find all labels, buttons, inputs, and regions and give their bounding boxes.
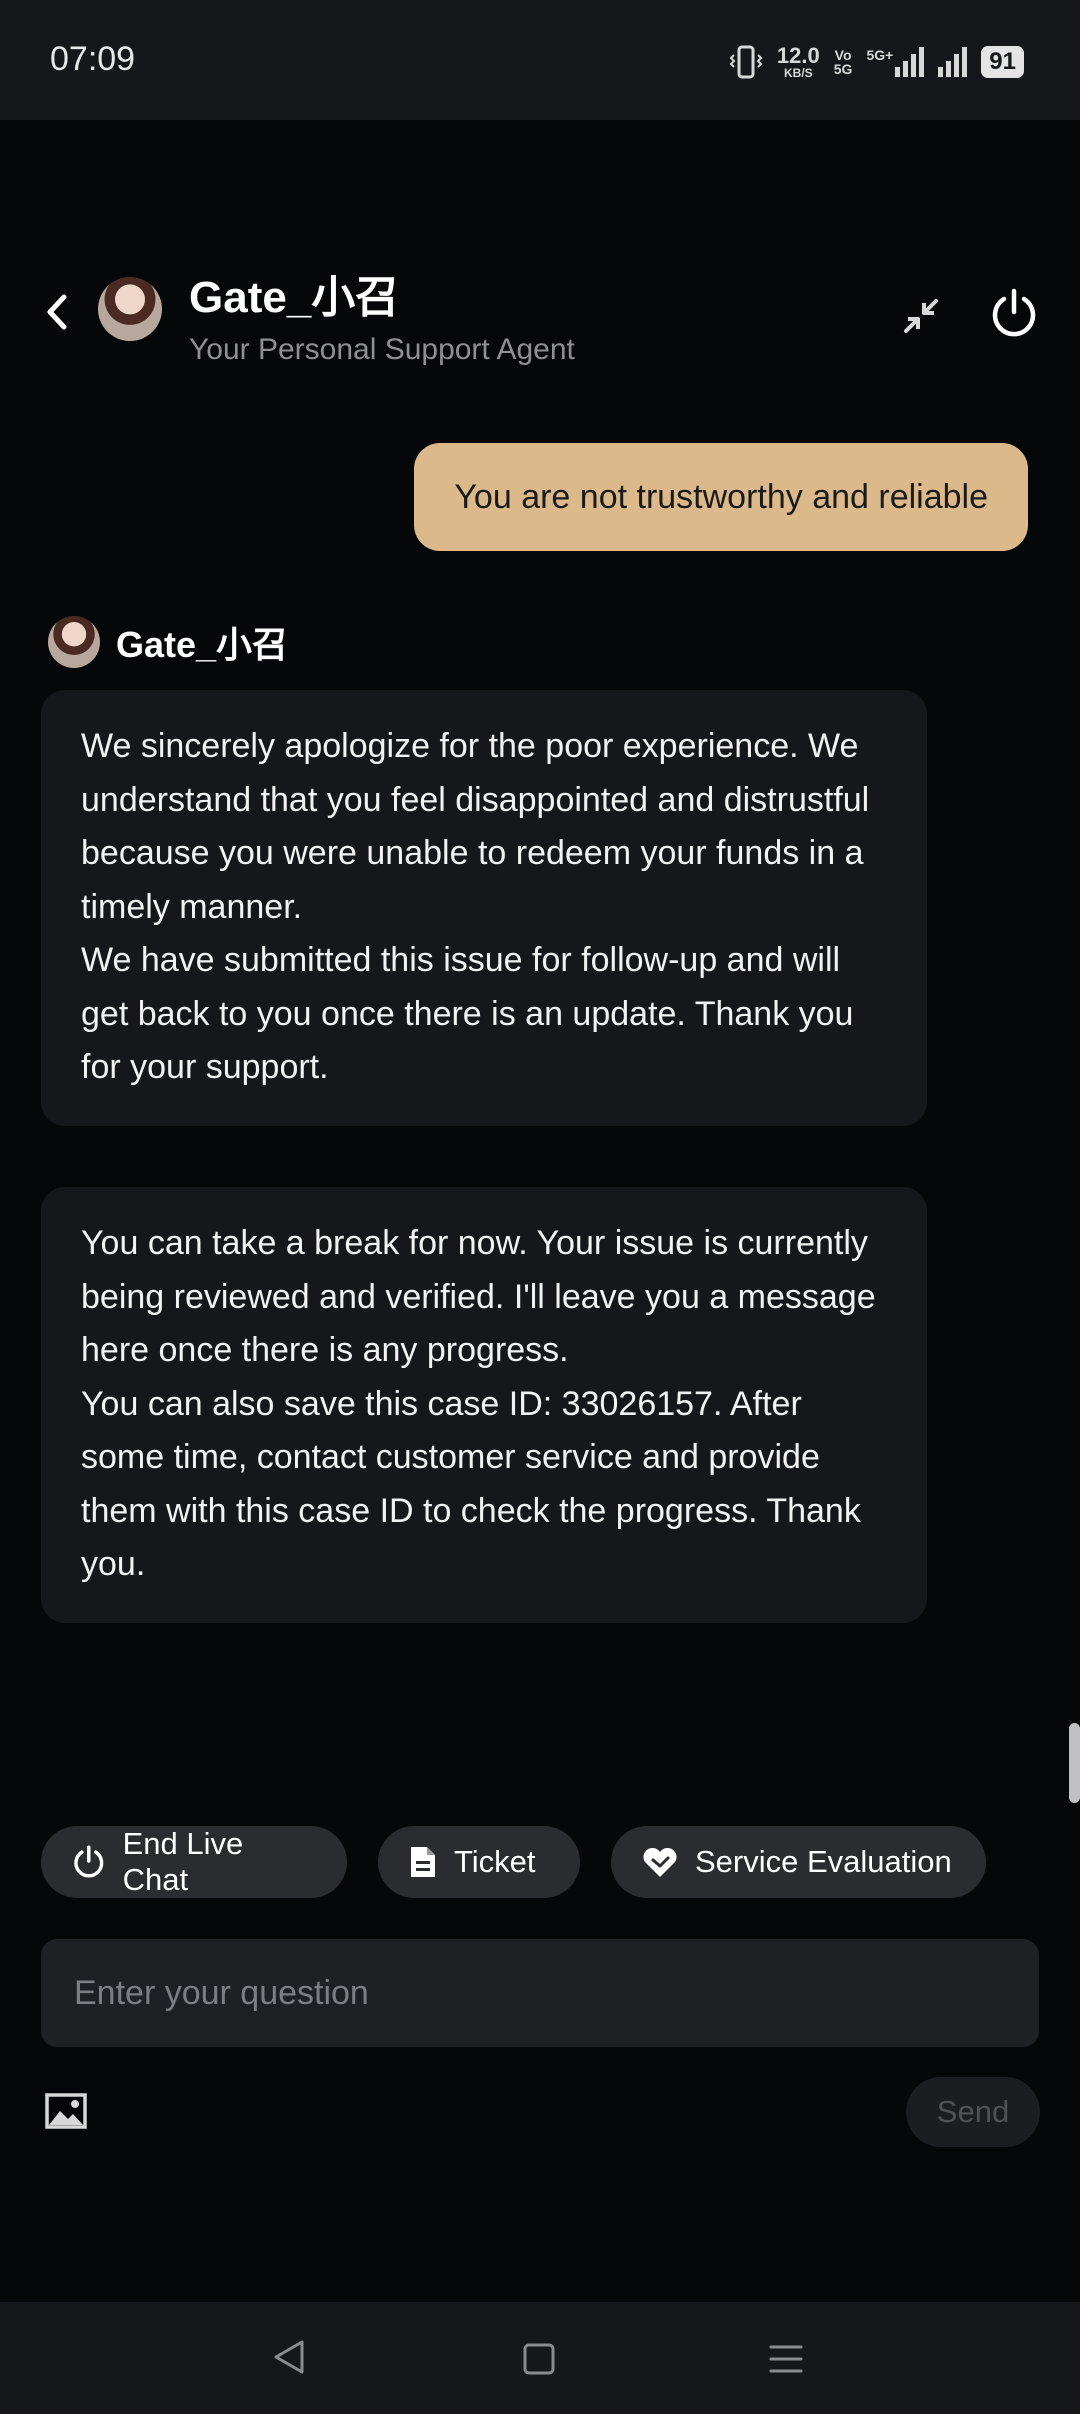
image-upload-icon[interactable] xyxy=(44,2091,88,2131)
agent-message-header: Gate_小召 xyxy=(48,612,288,672)
user-message-bubble: You are not trustworthy and reliable xyxy=(414,443,1028,551)
message-paragraph: You can take a break for now. Your issue… xyxy=(81,1224,876,1369)
network-speed: 12.0 KB/S xyxy=(776,43,820,80)
status-icons: 12.0 KB/S Vo 5G 5G+ 91 xyxy=(729,40,1024,84)
back-arrow-icon[interactable] xyxy=(36,287,76,337)
message-paragraph: You can also save this case ID: 33026157… xyxy=(81,1384,861,1584)
chat-header: Gate_小召 Your Personal Support Agent xyxy=(0,255,1080,375)
agent-name: Gate_小召 xyxy=(189,273,400,322)
agent-message-bubble: We sincerely apologize for the poor expe… xyxy=(41,690,927,1126)
question-input[interactable] xyxy=(41,1939,1039,2047)
agent-message-name: Gate_小召 xyxy=(116,624,289,665)
power-icon xyxy=(74,1845,104,1878)
status-bar: 07:09 12.0 KB/S Vo 5G 5G+ 91 xyxy=(0,0,1080,120)
signal-icon xyxy=(938,47,968,77)
battery-indicator: 91 xyxy=(981,46,1024,78)
nav-menu-icon[interactable] xyxy=(768,2342,804,2376)
signal-5g-icon: 5G+ xyxy=(866,47,925,77)
nav-back-icon[interactable] xyxy=(272,2338,306,2376)
ticket-label: Ticket xyxy=(454,1844,536,1879)
agent-subtitle: Your Personal Support Agent xyxy=(189,333,575,366)
agent-message-bubble: You can take a break for now. Your issue… xyxy=(41,1187,927,1623)
end-live-chat-label: End Live Chat xyxy=(122,1826,244,1897)
message-paragraph: We have submitted this issue for follow-… xyxy=(81,941,854,1086)
send-button[interactable]: Send xyxy=(906,2077,1040,2147)
system-navigation-bar xyxy=(0,2302,1080,2414)
service-evaluation-button[interactable]: Service Evaluation xyxy=(611,1826,986,1898)
chat-screen: 07:09 12.0 KB/S Vo 5G 5G+ 91 Gate_小召 You… xyxy=(0,0,1080,2414)
document-icon xyxy=(411,1847,435,1877)
agent-avatar xyxy=(98,277,162,341)
vibrate-icon xyxy=(729,45,763,79)
power-icon[interactable] xyxy=(988,285,1040,341)
volte-indicator: Vo 5G xyxy=(833,47,853,77)
heart-handshake-icon xyxy=(643,1847,677,1877)
end-live-chat-button[interactable]: End Live Chat xyxy=(41,1826,347,1898)
minimize-icon[interactable] xyxy=(896,291,946,341)
status-time: 07:09 xyxy=(50,40,136,78)
service-evaluation-label: Service Evaluation xyxy=(695,1844,952,1879)
agent-avatar-small xyxy=(48,616,100,668)
nav-home-icon[interactable] xyxy=(522,2342,556,2376)
message-paragraph: We sincerely apologize for the poor expe… xyxy=(81,727,870,926)
scrollbar-thumb[interactable] xyxy=(1069,1723,1080,1803)
ticket-button[interactable]: Ticket xyxy=(378,1826,580,1898)
